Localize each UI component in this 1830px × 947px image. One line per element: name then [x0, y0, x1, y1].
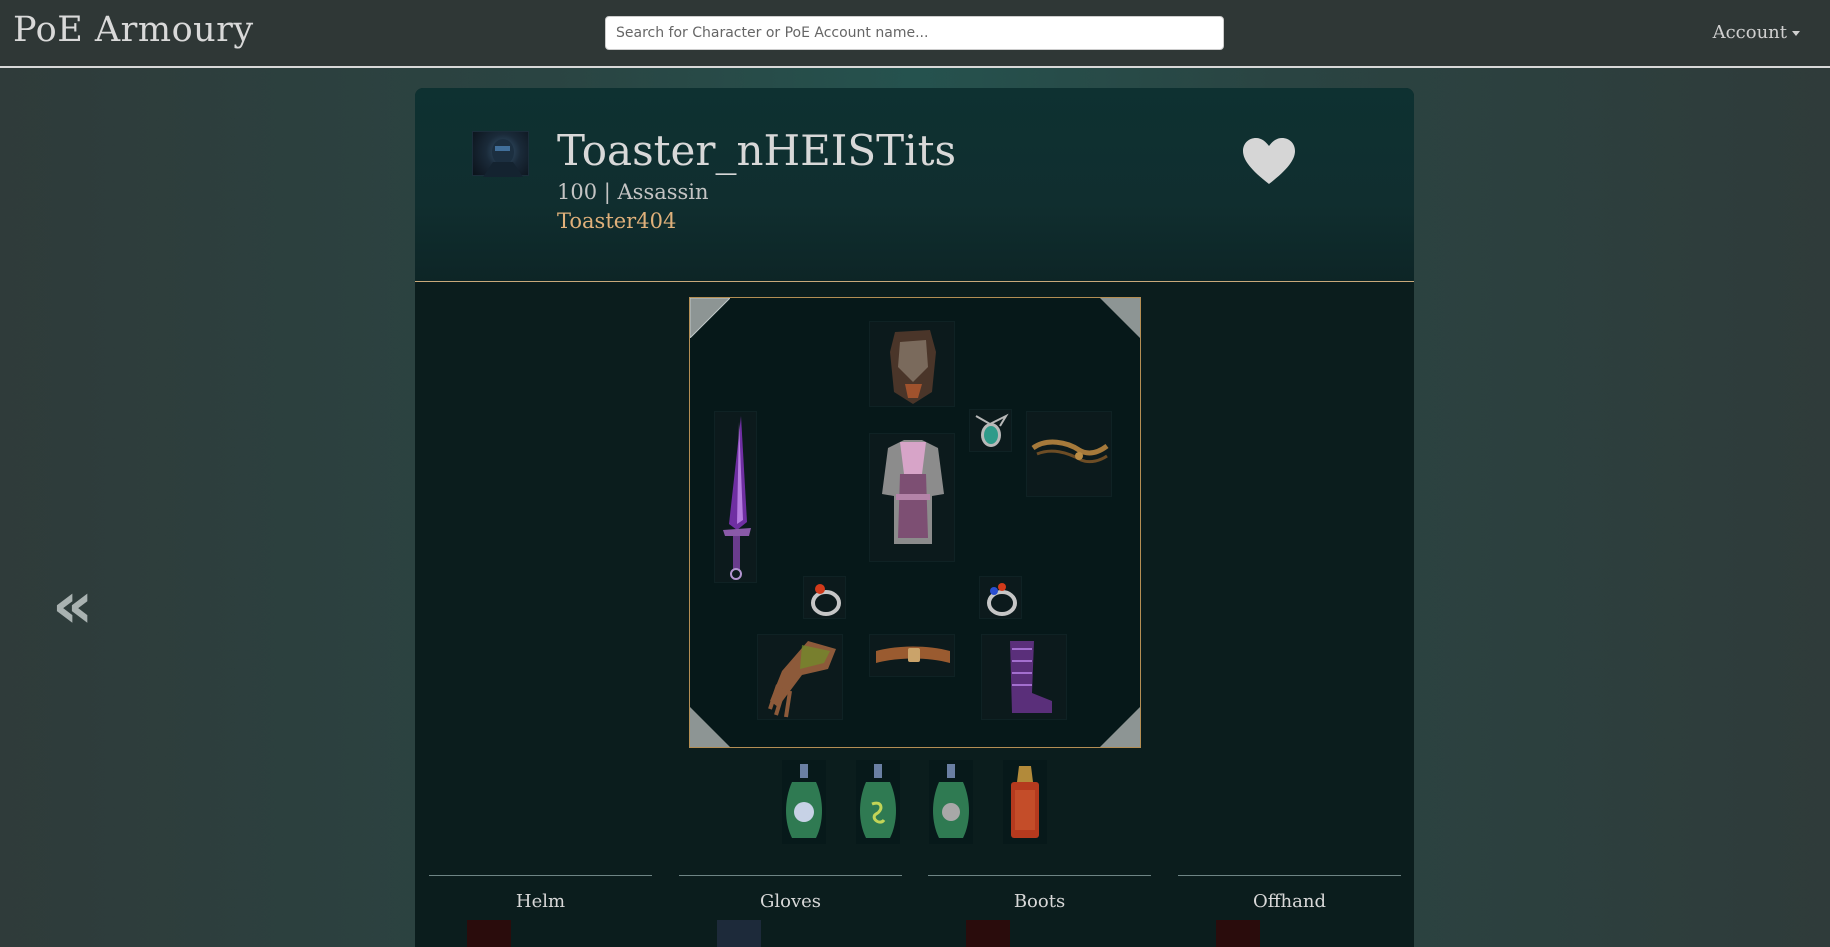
frame-corner-top-left: [690, 298, 730, 338]
section-offhand: Offhand: [1178, 875, 1401, 947]
caret-down-icon: [1792, 30, 1800, 36]
boots-thumbnail[interactable]: [966, 920, 1010, 947]
granite-flask-icon: [933, 764, 969, 838]
sword-icon: [723, 416, 751, 580]
belt-icon: [876, 646, 950, 663]
frame-corner-top-right: [1100, 298, 1140, 338]
flask-slot-3[interactable]: [929, 760, 973, 844]
frame-corner-bottom-right: [1100, 707, 1140, 747]
weapon-slot[interactable]: [714, 411, 757, 583]
offhand-icon: [1031, 439, 1109, 464]
top-navbar: PoE Armoury Account: [0, 0, 1830, 68]
ring-icon: [987, 583, 1017, 616]
section-divider: [429, 875, 652, 876]
character-avatar: [472, 131, 529, 177]
section-divider: [1178, 875, 1401, 876]
body-armour-icon: [882, 440, 944, 544]
helm-icon: [890, 330, 936, 404]
belt-slot[interactable]: [869, 634, 955, 677]
offhand-slot[interactable]: [1026, 411, 1112, 497]
account-name-link[interactable]: Toaster404: [557, 209, 676, 233]
right-ring-slot[interactable]: [979, 576, 1022, 619]
boots-icon: [1010, 641, 1052, 713]
character-panel: Toaster_nHEISTits 100 | Assassin Toaster…: [415, 88, 1414, 947]
offhand-thumbnail[interactable]: [1216, 920, 1260, 947]
helm-thumbnail[interactable]: [467, 920, 511, 947]
section-helm: Helm: [429, 875, 652, 947]
body-armour-slot[interactable]: [869, 433, 955, 562]
amulet-slot[interactable]: [969, 409, 1012, 452]
section-label: Offhand: [1253, 891, 1326, 912]
site-brand[interactable]: PoE Armoury: [13, 10, 254, 50]
account-label: Account: [1712, 22, 1787, 43]
section-divider: [679, 875, 902, 876]
character-name: Toaster_nHEISTits: [557, 126, 957, 175]
section-label: Boots: [1013, 891, 1066, 912]
life-flask-icon: [1011, 766, 1039, 838]
section-gloves: Gloves: [679, 875, 902, 947]
left-ring-slot[interactable]: [803, 576, 846, 619]
boots-slot[interactable]: [981, 634, 1067, 720]
helm-slot[interactable]: [869, 321, 955, 407]
frame-corner-bottom-left: [690, 707, 730, 747]
diamond-flask-icon: [786, 764, 822, 838]
favorite-heart-icon[interactable]: [1241, 136, 1297, 186]
section-boots: Boots: [928, 875, 1151, 947]
jade-flask-icon: [860, 764, 896, 838]
amulet-icon: [975, 413, 1009, 447]
gloves-slot[interactable]: [757, 634, 843, 720]
section-divider: [928, 875, 1151, 876]
character-level-class: 100 | Assassin: [557, 180, 709, 204]
equipment-inventory: [689, 297, 1141, 748]
ring-icon: [811, 584, 841, 616]
section-label: Helm: [515, 891, 566, 912]
gloves-thumbnail[interactable]: [717, 920, 761, 947]
flask-slot-4[interactable]: [1003, 760, 1047, 844]
search-input[interactable]: [605, 16, 1224, 50]
previous-character-arrow[interactable]: «: [52, 574, 93, 638]
gloves-icon: [768, 641, 836, 718]
character-header: Toaster_nHEISTits 100 | Assassin Toaster…: [415, 88, 1414, 282]
section-label: Gloves: [759, 891, 822, 912]
account-dropdown[interactable]: Account: [1713, 22, 1800, 43]
flask-slot-1[interactable]: [782, 760, 826, 844]
flask-slot-2[interactable]: [856, 760, 900, 844]
